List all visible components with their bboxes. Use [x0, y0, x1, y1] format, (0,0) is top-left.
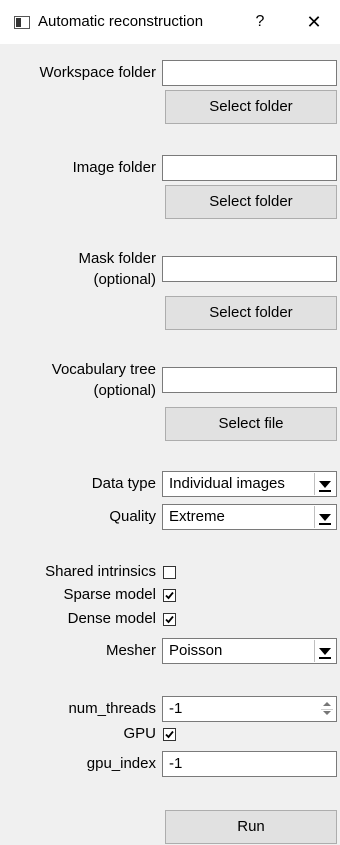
run-button[interactable]: Run: [165, 810, 337, 844]
close-button[interactable]: ✕: [302, 12, 326, 32]
image-folder-input[interactable]: [162, 155, 337, 181]
gpu-checkbox[interactable]: [163, 728, 176, 741]
help-button[interactable]: ?: [250, 12, 270, 32]
gpu-label: GPU: [123, 725, 156, 742]
vocab-tree-label: Vocabulary tree: [51, 361, 156, 378]
mesher-label: Mesher: [105, 642, 156, 659]
vocab-select-file-button[interactable]: Select file: [165, 407, 337, 441]
mesher-select[interactable]: Poisson: [162, 638, 337, 664]
workspace-folder-input[interactable]: [162, 60, 337, 86]
mesher-selected: Poisson: [169, 642, 223, 659]
data-type-label: Data type: [91, 475, 156, 492]
image-folder-label: Image folder: [72, 159, 156, 176]
data-type-select[interactable]: Individual images: [162, 471, 337, 497]
shared-intrinsics-checkbox[interactable]: [163, 566, 176, 579]
quality-selected: Extreme: [169, 508, 225, 525]
vocab-tree-optional-label: (optional): [93, 382, 156, 399]
checkmark-icon: [165, 591, 174, 600]
chevron-down-icon[interactable]: [314, 473, 335, 495]
quality-label: Quality: [109, 508, 156, 525]
sparse-model-label: Sparse model: [63, 586, 156, 603]
dense-model-label: Dense model: [67, 610, 156, 627]
checkmark-icon: [165, 615, 174, 624]
mask-select-folder-button[interactable]: Select folder: [165, 296, 337, 330]
gpu-index-value: -1: [169, 755, 183, 772]
chevron-down-icon[interactable]: [314, 640, 335, 662]
mask-folder-optional-label: (optional): [93, 271, 156, 288]
image-select-folder-button[interactable]: Select folder: [165, 185, 337, 219]
title-bar: Automatic reconstruction ? ✕: [0, 0, 340, 44]
workspace-select-folder-button[interactable]: Select folder: [165, 90, 337, 124]
app-icon: [14, 16, 30, 29]
num-threads-label: num_threads: [68, 700, 156, 717]
spin-arrows-icon[interactable]: [319, 698, 335, 720]
num-threads-spinbox[interactable]: -1: [162, 696, 337, 722]
mask-folder-input[interactable]: [162, 256, 337, 282]
sparse-model-checkbox[interactable]: [163, 589, 176, 602]
vocab-tree-input[interactable]: [162, 367, 337, 393]
gpu-index-input[interactable]: -1: [162, 751, 337, 777]
data-type-selected: Individual images: [169, 475, 285, 492]
checkmark-icon: [165, 730, 174, 739]
quality-select[interactable]: Extreme: [162, 504, 337, 530]
window-title: Automatic reconstruction: [38, 13, 204, 30]
dense-model-checkbox[interactable]: [163, 613, 176, 626]
gpu-index-label: gpu_index: [86, 755, 156, 772]
workspace-folder-label: Workspace folder: [39, 64, 156, 81]
mask-folder-label: Mask folder: [78, 250, 156, 267]
chevron-down-icon[interactable]: [314, 506, 335, 528]
num-threads-value: -1: [169, 700, 183, 717]
shared-intrinsics-label: Shared intrinsics: [45, 563, 156, 580]
